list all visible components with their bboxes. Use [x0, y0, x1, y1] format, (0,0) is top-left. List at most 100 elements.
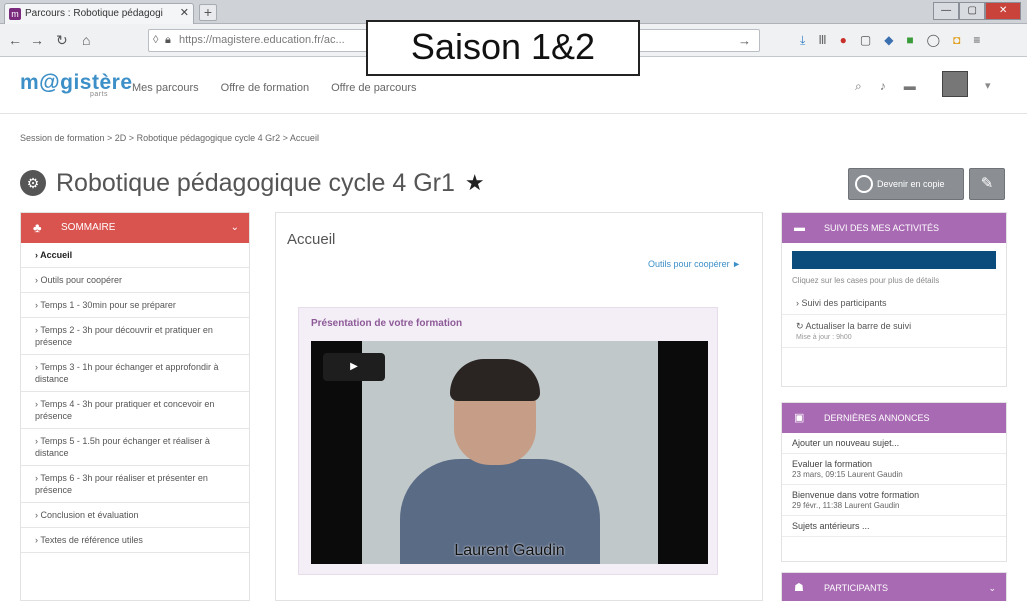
- sommaire-item-label: Conclusion et évaluation: [40, 510, 139, 520]
- section-title: Accueil: [287, 231, 336, 248]
- refresh-tracking-link[interactable]: ↻ Actualiser la barre de suivi Mise à jou…: [782, 315, 1006, 348]
- participants-title: PARTICIPANTS: [824, 583, 889, 593]
- breadcrumb[interactable]: Session de formation > 2D > Robotique pé…: [20, 133, 319, 143]
- announcement-icon: ▣: [794, 412, 805, 424]
- suivi-title: SUIVI DES MES ACTIVITÉS: [824, 223, 940, 233]
- users-icon: ☗: [794, 582, 804, 594]
- nav-mes-parcours[interactable]: Mes parcours: [132, 82, 199, 94]
- sommaire-item-label: Temps 4 - 3h pour pratiquer et concevoir…: [35, 399, 215, 421]
- sommaire-item-label: Accueil: [40, 250, 73, 260]
- participants-header[interactable]: ☗ PARTICIPANTS ⌄: [782, 573, 1006, 601]
- presentation-box: Présentation de votre formation ▶ Lauren…: [298, 307, 718, 575]
- nav-offre-formation[interactable]: Offre de formation: [221, 82, 309, 94]
- tab-title: Parcours : Robotique pédagogi: [25, 8, 163, 19]
- home-icon[interactable]: ⌂: [82, 32, 90, 48]
- top-navigation: Mes parcours Offre de formation Offre de…: [132, 82, 417, 94]
- sommaire-item-accueil[interactable]: › Accueil: [21, 243, 249, 268]
- annonce-title: Bienvenue dans votre formation: [792, 490, 920, 500]
- page-title: Robotique pédagogique cycle 4 Gr1: [56, 168, 455, 197]
- collapse-chevron-icon[interactable]: ⌄: [231, 213, 239, 243]
- sommaire-item-temps-2[interactable]: › Temps 2 - 3h pour découvrir et pratiqu…: [21, 318, 249, 355]
- sommaire-item-temps-6[interactable]: › Temps 6 - 3h pour réaliser et présente…: [21, 466, 249, 503]
- magistere-logo[interactable]: m@gistère parts: [20, 71, 133, 98]
- add-topic-link[interactable]: Ajouter un nouveau sujet...: [782, 433, 1006, 454]
- sommaire-item-temps-5[interactable]: › Temps 5 - 1.5h pour échanger et réalis…: [21, 429, 249, 466]
- magistere-favicon-icon: m: [9, 8, 21, 20]
- maximize-button[interactable]: ▢: [959, 2, 986, 20]
- message-icon[interactable]: ▬: [904, 79, 916, 94]
- go-arrow-icon[interactable]: →: [738, 30, 751, 51]
- forward-arrow-icon[interactable]: →: [30, 32, 44, 48]
- screenshot-icon[interactable]: ▢: [860, 33, 871, 48]
- notification-bell-icon[interactable]: ♪: [880, 79, 886, 94]
- close-window-button[interactable]: ✕: [985, 2, 1022, 20]
- extension-orange-icon[interactable]: ◘: [953, 33, 960, 48]
- minimize-button[interactable]: —: [933, 2, 960, 20]
- user-menu-chevron-icon[interactable]: ▾: [985, 79, 991, 92]
- sommaire-item-label: Temps 1 - 30min pour se préparer: [40, 300, 176, 310]
- pocket-icon[interactable]: ●: [840, 33, 847, 48]
- older-topics-link[interactable]: Sujets antérieurs ...: [782, 516, 1006, 537]
- menu-icon[interactable]: ≡: [973, 33, 980, 48]
- participants-panel: ☗ PARTICIPANTS ⌄: [781, 572, 1007, 601]
- sommaire-item-textes[interactable]: › Textes de référence utiles: [21, 528, 249, 553]
- edit-button[interactable]: ✎: [969, 168, 1005, 200]
- sommaire-item-label: Temps 5 - 1.5h pour échanger et réaliser…: [35, 436, 210, 458]
- annonce-item[interactable]: Bienvenue dans votre formation 29 févr., …: [782, 485, 1006, 516]
- sommaire-item-temps-3[interactable]: › Temps 3 - 1h pour échanger et approfon…: [21, 355, 249, 392]
- url-text: https://magistere.education.fr/ac...: [179, 34, 345, 46]
- sommaire-item-temps-4[interactable]: › Temps 4 - 3h pour pratiquer et concevo…: [21, 392, 249, 429]
- reload-icon[interactable]: ↻: [56, 32, 68, 48]
- search-icon[interactable]: ⌕: [855, 79, 862, 94]
- page-title-bar: ⚙ Robotique pédagogique cycle 4 Gr1 ★: [20, 166, 485, 200]
- participants-tracking-link[interactable]: › Suivi des participants: [782, 292, 1006, 315]
- sommaire-item-label: Outils pour coopérer: [40, 275, 123, 285]
- extension-green-icon[interactable]: ■: [906, 33, 913, 48]
- pencil-icon: ✎: [980, 175, 994, 192]
- play-button[interactable]: ▶: [323, 353, 385, 381]
- annonce-item[interactable]: Evaluer la formation 23 mars, 09:15 Laure…: [782, 454, 1006, 485]
- extension-icon[interactable]: ◆: [884, 33, 893, 48]
- annonces-header[interactable]: ▣ DERNIÈRES ANNONCES: [782, 403, 1006, 433]
- presentation-title: Présentation de votre formation: [311, 318, 463, 329]
- account-icon[interactable]: ◯: [927, 33, 940, 48]
- browser-tab[interactable]: m Parcours : Robotique pédagogi ✕: [4, 3, 194, 24]
- sitemap-icon: ♣: [33, 220, 42, 235]
- close-tab-icon[interactable]: ✕: [180, 4, 189, 23]
- follow-course-button[interactable]: Devenir en copie: [848, 168, 964, 200]
- sommaire-item-conclusion[interactable]: › Conclusion et évaluation: [21, 503, 249, 528]
- chart-bar-icon: ▬: [794, 222, 805, 234]
- logo-subtitle: parts: [90, 91, 109, 98]
- sommaire-item-label: Temps 2 - 3h pour découvrir et pratiquer…: [35, 325, 213, 347]
- annonce-meta: 29 févr., 11:38 Laurent Gaudin: [792, 501, 900, 510]
- new-tab-button[interactable]: +: [199, 4, 217, 21]
- follow-button-label: Devenir en copie: [877, 179, 945, 189]
- annonce-title: Ajouter un nouveau sujet...: [792, 438, 900, 448]
- follow-circle-icon: [855, 175, 873, 193]
- lock-icon: 🔒︎: [165, 34, 171, 46]
- tools-link[interactable]: Outils pour coopérer ►: [648, 259, 741, 269]
- annonce-meta: 23 mars, 09:15 Laurent Gaudin: [792, 470, 903, 479]
- library-icon[interactable]: Ⅲ: [818, 33, 826, 48]
- collapse-chevron-icon[interactable]: ⌄: [988, 573, 996, 601]
- video-player[interactable]: ▶ Laurent Gaudin: [311, 341, 708, 564]
- suivi-header[interactable]: ▬ SUIVI DES MES ACTIVITÉS: [782, 213, 1006, 243]
- nav-offre-parcours[interactable]: Offre de parcours: [331, 82, 416, 94]
- sommaire-header[interactable]: ♣ SOMMAIRE ⌄: [21, 213, 249, 243]
- annonces-panel: ▣ DERNIÈRES ANNONCES Ajouter un nouveau …: [781, 402, 1007, 562]
- annonces-title: DERNIÈRES ANNONCES: [824, 413, 930, 423]
- annonce-title: Sujets antérieurs ...: [792, 521, 870, 531]
- sommaire-item-temps-1[interactable]: › Temps 1 - 30min pour se préparer: [21, 293, 249, 318]
- sommaire-title: SOMMAIRE: [61, 222, 116, 233]
- favorite-star-icon[interactable]: ★: [465, 170, 485, 196]
- download-icon[interactable]: ⤓: [800, 33, 805, 48]
- play-icon: ▶: [350, 361, 358, 372]
- avatar[interactable]: [942, 71, 968, 97]
- back-arrow-icon[interactable]: ←: [8, 32, 22, 48]
- sommaire-item-outils[interactable]: › Outils pour coopérer: [21, 268, 249, 293]
- logo-text: m@gistère: [20, 71, 133, 94]
- progress-bar[interactable]: [792, 251, 996, 269]
- course-gear-icon: ⚙: [20, 170, 46, 196]
- shield-icon: ◊: [153, 34, 159, 46]
- link-label: Suivi des participants: [801, 298, 887, 308]
